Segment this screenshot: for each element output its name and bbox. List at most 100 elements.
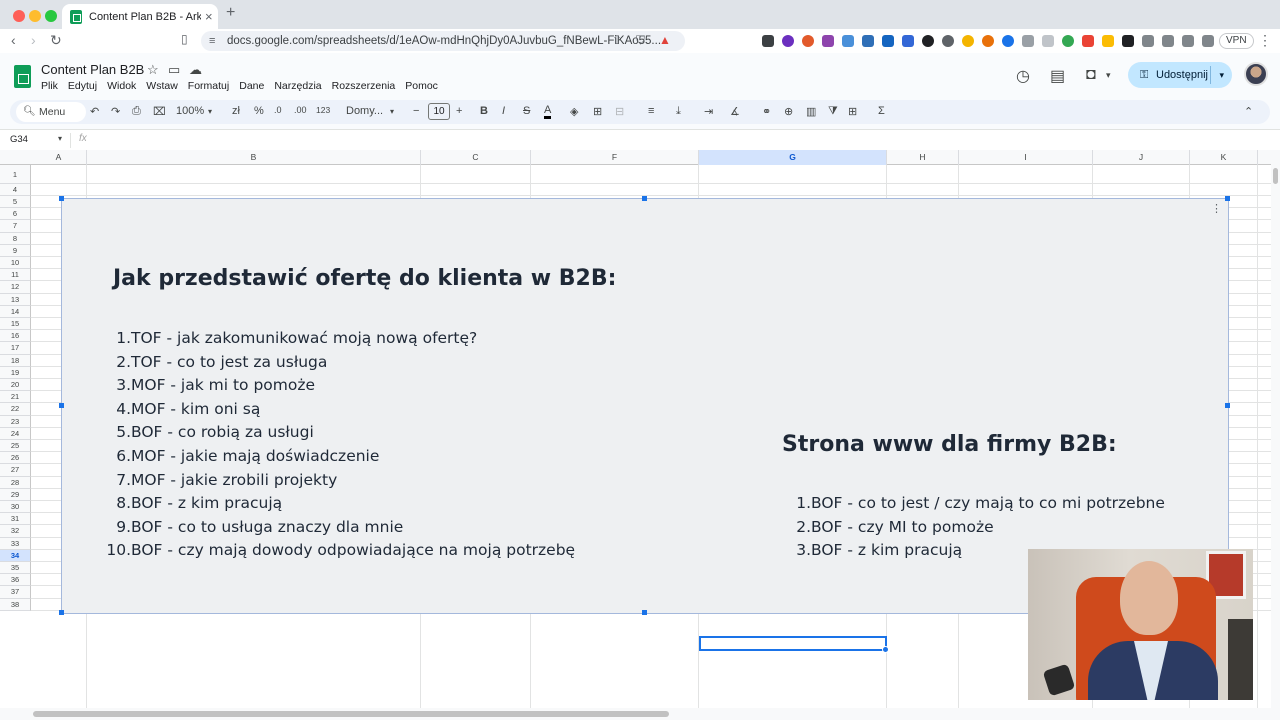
tab-close-icon[interactable]: × bbox=[205, 9, 213, 24]
extension-icon[interactable] bbox=[962, 35, 974, 47]
meet-caret-icon[interactable]: ▾ bbox=[1106, 70, 1111, 81]
text-wrapping-icon[interactable]: ⇥ bbox=[704, 105, 713, 118]
resize-handle[interactable] bbox=[59, 610, 64, 615]
browser-tab-active[interactable]: Content Plan B2B - Arkusze Google × bbox=[62, 4, 218, 29]
fill-color-icon[interactable]: ◈ bbox=[570, 105, 578, 118]
font-family-select[interactable]: Domy... bbox=[346, 105, 383, 117]
menu-item-wstaw[interactable]: Wstaw bbox=[146, 80, 178, 92]
back-icon[interactable]: ‹ bbox=[11, 32, 16, 48]
row-header[interactable]: 36 bbox=[0, 574, 31, 587]
print-icon[interactable]: ⎙ bbox=[132, 105, 141, 118]
insert-comment-icon[interactable]: ⊕ bbox=[784, 105, 793, 118]
share-dropdown-icon[interactable]: ▾ bbox=[1219, 62, 1224, 88]
menu-item-narzedzia[interactable]: Narzędzia bbox=[274, 80, 321, 92]
row-header[interactable]: 38 bbox=[0, 598, 31, 611]
menu-item-widok[interactable]: Widok bbox=[107, 80, 136, 92]
resize-handle[interactable] bbox=[59, 403, 64, 408]
resize-handle[interactable] bbox=[642, 610, 647, 615]
extension-icon[interactable] bbox=[782, 35, 794, 47]
row-header[interactable]: 1 bbox=[0, 165, 31, 184]
resize-handle[interactable] bbox=[1225, 403, 1230, 408]
insert-link-icon[interactable]: ⚭ bbox=[762, 105, 771, 118]
extension-icon[interactable] bbox=[1082, 35, 1094, 47]
extension-icon[interactable] bbox=[842, 35, 854, 47]
drawing-options-icon[interactable]: ⋮ bbox=[1211, 202, 1222, 215]
zoom-dropdown-icon[interactable]: ▾ bbox=[208, 107, 212, 116]
font-dropdown-icon[interactable]: ▾ bbox=[390, 107, 394, 116]
vertical-align-icon[interactable]: ⤓ bbox=[676, 105, 681, 118]
row-header[interactable]: 8 bbox=[0, 232, 31, 245]
horizontal-align-icon[interactable]: ≡ bbox=[648, 105, 654, 117]
extension-icon[interactable] bbox=[882, 35, 894, 47]
column-header[interactable]: F bbox=[531, 150, 699, 165]
reload-icon[interactable]: ↻ bbox=[50, 32, 62, 49]
row-header[interactable]: 26 bbox=[0, 452, 31, 465]
paint-format-icon[interactable]: ⌧ bbox=[153, 105, 166, 118]
browser-menu-icon[interactable]: ⋮ bbox=[1258, 32, 1272, 49]
text-rotation-icon[interactable]: ∡ bbox=[730, 105, 740, 118]
extension-icon[interactable] bbox=[982, 35, 994, 47]
italic-button[interactable]: I bbox=[502, 105, 505, 117]
increase-decimal-button[interactable]: .00 bbox=[294, 105, 307, 115]
move-folder-icon[interactable]: ▭ bbox=[168, 62, 180, 78]
search-menus-input[interactable]: 🔍︎ Menu bbox=[16, 102, 86, 122]
zoom-select[interactable]: 100% bbox=[176, 105, 204, 117]
resize-handle[interactable] bbox=[1225, 196, 1230, 201]
row-header[interactable]: 10 bbox=[0, 257, 31, 270]
meet-icon[interactable]: ◘ bbox=[1086, 66, 1096, 84]
zoom-window-button[interactable] bbox=[45, 10, 57, 22]
number-format-button[interactable]: 123 bbox=[316, 105, 330, 115]
forward-icon[interactable]: › bbox=[31, 32, 36, 48]
account-avatar[interactable] bbox=[1244, 62, 1268, 86]
extension-icon[interactable] bbox=[1162, 35, 1174, 47]
row-header[interactable]: 30 bbox=[0, 501, 31, 514]
extension-icon[interactable] bbox=[1042, 35, 1054, 47]
decrease-font-size-icon[interactable]: − bbox=[413, 105, 419, 117]
extension-icon[interactable] bbox=[822, 35, 834, 47]
column-header[interactable]: A bbox=[31, 150, 87, 165]
document-title[interactable]: Content Plan B2B bbox=[41, 62, 144, 77]
row-header[interactable]: 33 bbox=[0, 537, 31, 550]
insert-chart-icon[interactable]: ▥ bbox=[806, 105, 816, 118]
merge-cells-icon[interactable]: ⊟ bbox=[615, 105, 624, 118]
selected-cell[interactable] bbox=[699, 636, 889, 653]
row-header[interactable]: 23 bbox=[0, 415, 31, 428]
row-header[interactable]: 35 bbox=[0, 562, 31, 575]
percent-format-button[interactable]: % bbox=[254, 105, 264, 117]
text-color-button[interactable]: A bbox=[544, 105, 552, 119]
vpn-button[interactable]: VPN bbox=[1219, 33, 1254, 49]
row-header[interactable]: 24 bbox=[0, 427, 31, 440]
extension-icon[interactable] bbox=[1122, 35, 1134, 47]
row-header[interactable]: 9 bbox=[0, 244, 31, 257]
filter-views-icon[interactable]: ⊞ bbox=[848, 105, 857, 118]
font-size-input[interactable]: 10 bbox=[428, 103, 450, 120]
extension-icon[interactable] bbox=[762, 35, 774, 47]
row-header[interactable]: 34 bbox=[0, 549, 31, 562]
row-header[interactable]: 18 bbox=[0, 354, 31, 367]
row-header[interactable]: 15 bbox=[0, 318, 31, 331]
extension-icon[interactable] bbox=[902, 35, 914, 47]
name-box[interactable]: G34 bbox=[10, 134, 28, 145]
row-header[interactable]: 14 bbox=[0, 305, 31, 318]
extension-icon[interactable] bbox=[1002, 35, 1014, 47]
row-header[interactable]: 20 bbox=[0, 379, 31, 392]
name-box-dropdown-icon[interactable]: ▾ bbox=[58, 134, 62, 143]
extension-icon[interactable] bbox=[1102, 35, 1114, 47]
row-header[interactable]: 4 bbox=[0, 184, 31, 196]
row-header[interactable]: 31 bbox=[0, 513, 31, 526]
extension-icon[interactable] bbox=[1202, 35, 1214, 47]
row-header[interactable]: 27 bbox=[0, 464, 31, 477]
column-header[interactable]: B bbox=[87, 150, 421, 165]
horizontal-scroll-thumb[interactable] bbox=[33, 711, 669, 717]
extension-icon[interactable] bbox=[862, 35, 874, 47]
row-header[interactable]: 13 bbox=[0, 293, 31, 306]
sheets-logo-icon[interactable] bbox=[14, 65, 31, 88]
close-window-button[interactable] bbox=[13, 10, 25, 22]
comments-icon[interactable]: ▤ bbox=[1050, 66, 1065, 86]
menu-item-plik[interactable]: Plik bbox=[41, 80, 58, 92]
vertical-scrollbar[interactable] bbox=[1271, 150, 1280, 708]
currency-format-button[interactable]: zł bbox=[232, 105, 240, 117]
redo-icon[interactable]: ↷ bbox=[111, 105, 120, 118]
row-header[interactable]: 5 bbox=[0, 196, 31, 209]
row-header[interactable]: 25 bbox=[0, 440, 31, 453]
